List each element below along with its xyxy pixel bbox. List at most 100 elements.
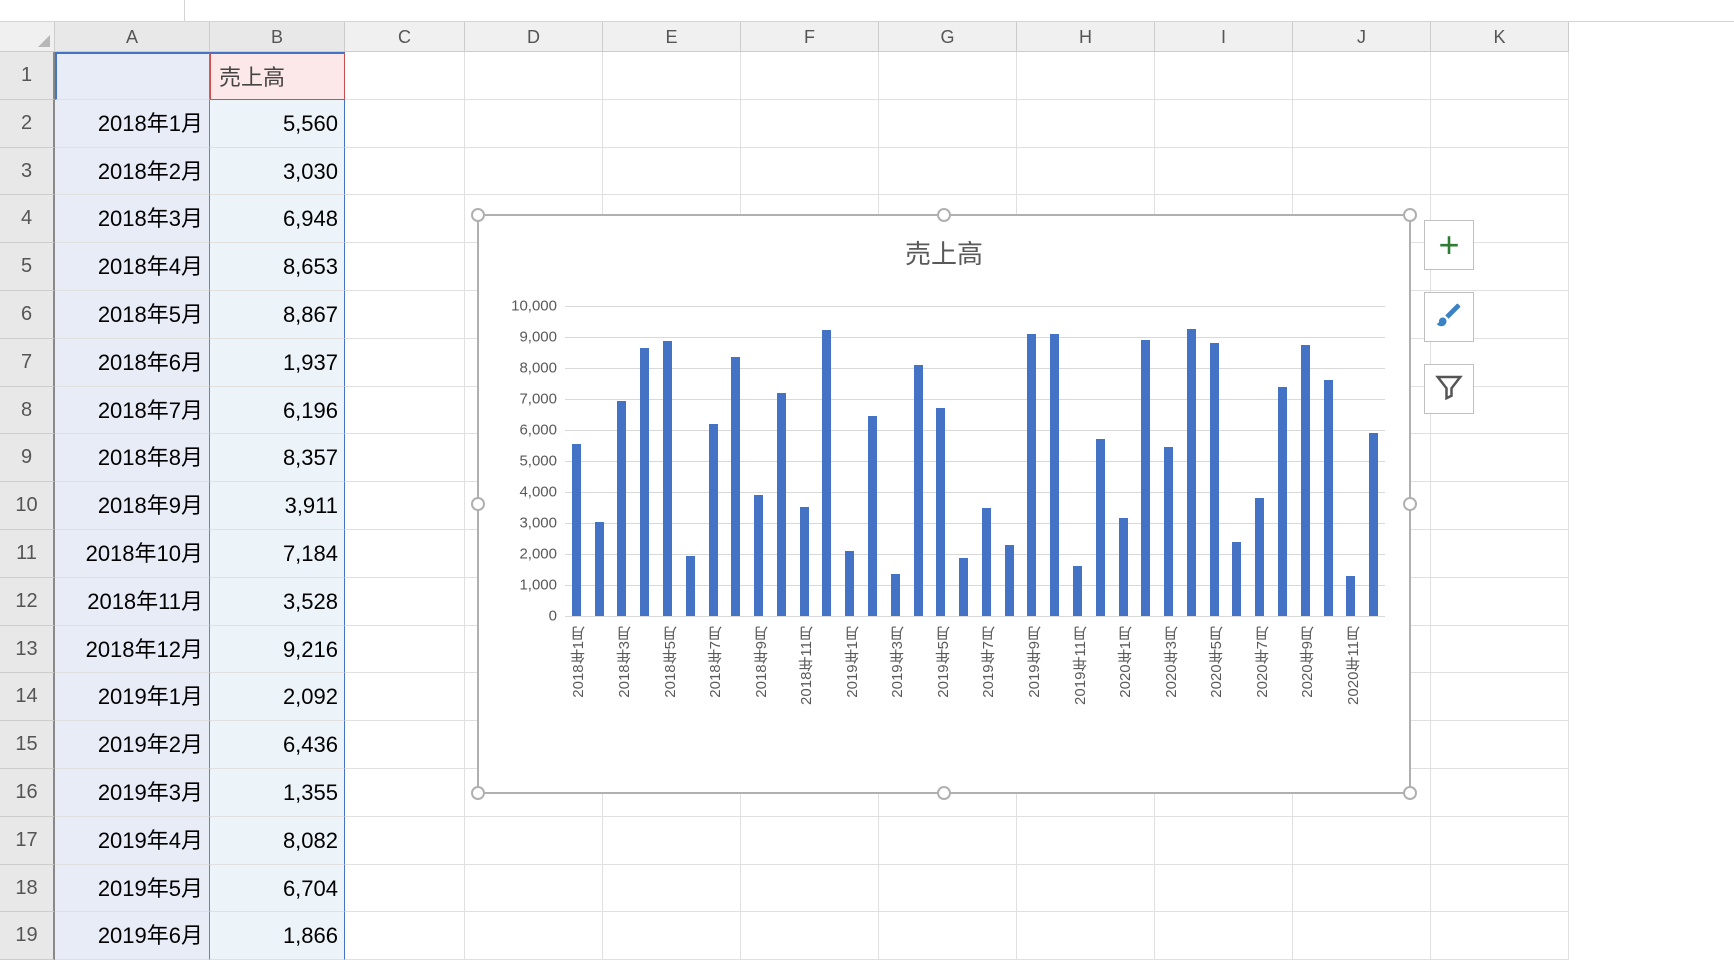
- cell-K9[interactable]: [1431, 434, 1569, 482]
- row-header-13[interactable]: 13: [0, 626, 55, 674]
- cell-D3[interactable]: [465, 148, 603, 196]
- cell-C3[interactable]: [345, 148, 465, 196]
- cell-E2[interactable]: [603, 100, 741, 148]
- cell-B3[interactable]: 3,030: [210, 148, 345, 196]
- cell-H1[interactable]: [1017, 52, 1155, 100]
- cell-F19[interactable]: [741, 912, 879, 960]
- cell-A2[interactable]: 2018年1月: [55, 100, 210, 148]
- cell-J3[interactable]: [1293, 148, 1431, 196]
- cell-K11[interactable]: [1431, 530, 1569, 578]
- col-header-A[interactable]: A: [55, 22, 210, 52]
- cell-C4[interactable]: [345, 195, 465, 243]
- cell-C1[interactable]: [345, 52, 465, 100]
- row-header-4[interactable]: 4: [0, 195, 55, 243]
- cell-B2[interactable]: 5,560: [210, 100, 345, 148]
- plot-area[interactable]: [565, 306, 1385, 616]
- bar-2020年11月[interactable]: [1346, 576, 1355, 616]
- cell-E19[interactable]: [603, 912, 741, 960]
- row-header-9[interactable]: 9: [0, 434, 55, 482]
- cell-A17[interactable]: 2019年4月: [55, 817, 210, 865]
- chart-elements-button[interactable]: +: [1424, 220, 1474, 270]
- cell-B7[interactable]: 1,937: [210, 339, 345, 387]
- cell-G18[interactable]: [879, 865, 1017, 913]
- cell-B10[interactable]: 3,911: [210, 482, 345, 530]
- resize-handle-nw[interactable]: [471, 208, 485, 222]
- bar-2019年10月[interactable]: [1050, 334, 1059, 616]
- cell-K17[interactable]: [1431, 817, 1569, 865]
- cell-A18[interactable]: 2019年5月: [55, 865, 210, 913]
- cell-K15[interactable]: [1431, 721, 1569, 769]
- cell-I2[interactable]: [1155, 100, 1293, 148]
- bar-2018年8月[interactable]: [731, 357, 740, 616]
- cell-A5[interactable]: 2018年4月: [55, 243, 210, 291]
- row-header-8[interactable]: 8: [0, 387, 55, 435]
- cell-B1[interactable]: 売上高: [210, 52, 345, 100]
- cell-K10[interactable]: [1431, 482, 1569, 530]
- row-header-2[interactable]: 2: [0, 100, 55, 148]
- cell-A15[interactable]: 2019年2月: [55, 721, 210, 769]
- cell-H19[interactable]: [1017, 912, 1155, 960]
- cell-E1[interactable]: [603, 52, 741, 100]
- cell-G3[interactable]: [879, 148, 1017, 196]
- resize-handle-w[interactable]: [471, 497, 485, 511]
- bar-2019年12月[interactable]: [1096, 439, 1105, 616]
- row-header-12[interactable]: 12: [0, 578, 55, 626]
- row-header-3[interactable]: 3: [0, 148, 55, 196]
- cell-A9[interactable]: 2018年8月: [55, 434, 210, 482]
- cell-C19[interactable]: [345, 912, 465, 960]
- cell-K1[interactable]: [1431, 52, 1569, 100]
- resize-handle-e[interactable]: [1403, 497, 1417, 511]
- col-header-B[interactable]: B: [210, 22, 345, 52]
- row-header-5[interactable]: 5: [0, 243, 55, 291]
- cell-B5[interactable]: 8,653: [210, 243, 345, 291]
- cell-B9[interactable]: 8,357: [210, 434, 345, 482]
- cell-H3[interactable]: [1017, 148, 1155, 196]
- cell-A13[interactable]: 2018年12月: [55, 626, 210, 674]
- col-header-F[interactable]: F: [741, 22, 879, 52]
- bar-2020年5月[interactable]: [1210, 343, 1219, 616]
- bar-2018年10月[interactable]: [777, 393, 786, 616]
- cell-I19[interactable]: [1155, 912, 1293, 960]
- cell-D19[interactable]: [465, 912, 603, 960]
- formula-input[interactable]: [185, 0, 1734, 21]
- cell-F18[interactable]: [741, 865, 879, 913]
- cell-B13[interactable]: 9,216: [210, 626, 345, 674]
- bar-2020年6月[interactable]: [1232, 542, 1241, 616]
- bar-2018年1月[interactable]: [572, 444, 581, 616]
- cell-J17[interactable]: [1293, 817, 1431, 865]
- resize-handle-ne[interactable]: [1403, 208, 1417, 222]
- col-header-K[interactable]: K: [1431, 22, 1569, 52]
- cell-B15[interactable]: 6,436: [210, 721, 345, 769]
- cell-B6[interactable]: 8,867: [210, 291, 345, 339]
- row-header-14[interactable]: 14: [0, 673, 55, 721]
- cell-C10[interactable]: [345, 482, 465, 530]
- row-header-18[interactable]: 18: [0, 865, 55, 913]
- cell-I17[interactable]: [1155, 817, 1293, 865]
- select-all-corner[interactable]: [0, 22, 55, 52]
- bar-2020年7月[interactable]: [1255, 498, 1264, 616]
- bar-2019年1月[interactable]: [845, 551, 854, 616]
- bar-2019年7月[interactable]: [982, 508, 991, 617]
- cell-G19[interactable]: [879, 912, 1017, 960]
- cell-J2[interactable]: [1293, 100, 1431, 148]
- bar-2018年11月[interactable]: [800, 507, 809, 616]
- resize-handle-se[interactable]: [1403, 786, 1417, 800]
- cell-H18[interactable]: [1017, 865, 1155, 913]
- cell-C12[interactable]: [345, 578, 465, 626]
- cell-B17[interactable]: 8,082: [210, 817, 345, 865]
- bar-2020年4月[interactable]: [1187, 329, 1196, 616]
- cell-D17[interactable]: [465, 817, 603, 865]
- cell-C2[interactable]: [345, 100, 465, 148]
- name-box[interactable]: [0, 0, 185, 21]
- cell-A8[interactable]: 2018年7月: [55, 387, 210, 435]
- col-header-G[interactable]: G: [879, 22, 1017, 52]
- bar-2019年4月[interactable]: [914, 365, 923, 616]
- bar-2020年1月[interactable]: [1119, 518, 1128, 616]
- cell-B14[interactable]: 2,092: [210, 673, 345, 721]
- cell-A10[interactable]: 2018年9月: [55, 482, 210, 530]
- row-header-15[interactable]: 15: [0, 721, 55, 769]
- cell-A16[interactable]: 2019年3月: [55, 769, 210, 817]
- cell-K18[interactable]: [1431, 865, 1569, 913]
- cell-A1[interactable]: [55, 52, 210, 100]
- cell-C17[interactable]: [345, 817, 465, 865]
